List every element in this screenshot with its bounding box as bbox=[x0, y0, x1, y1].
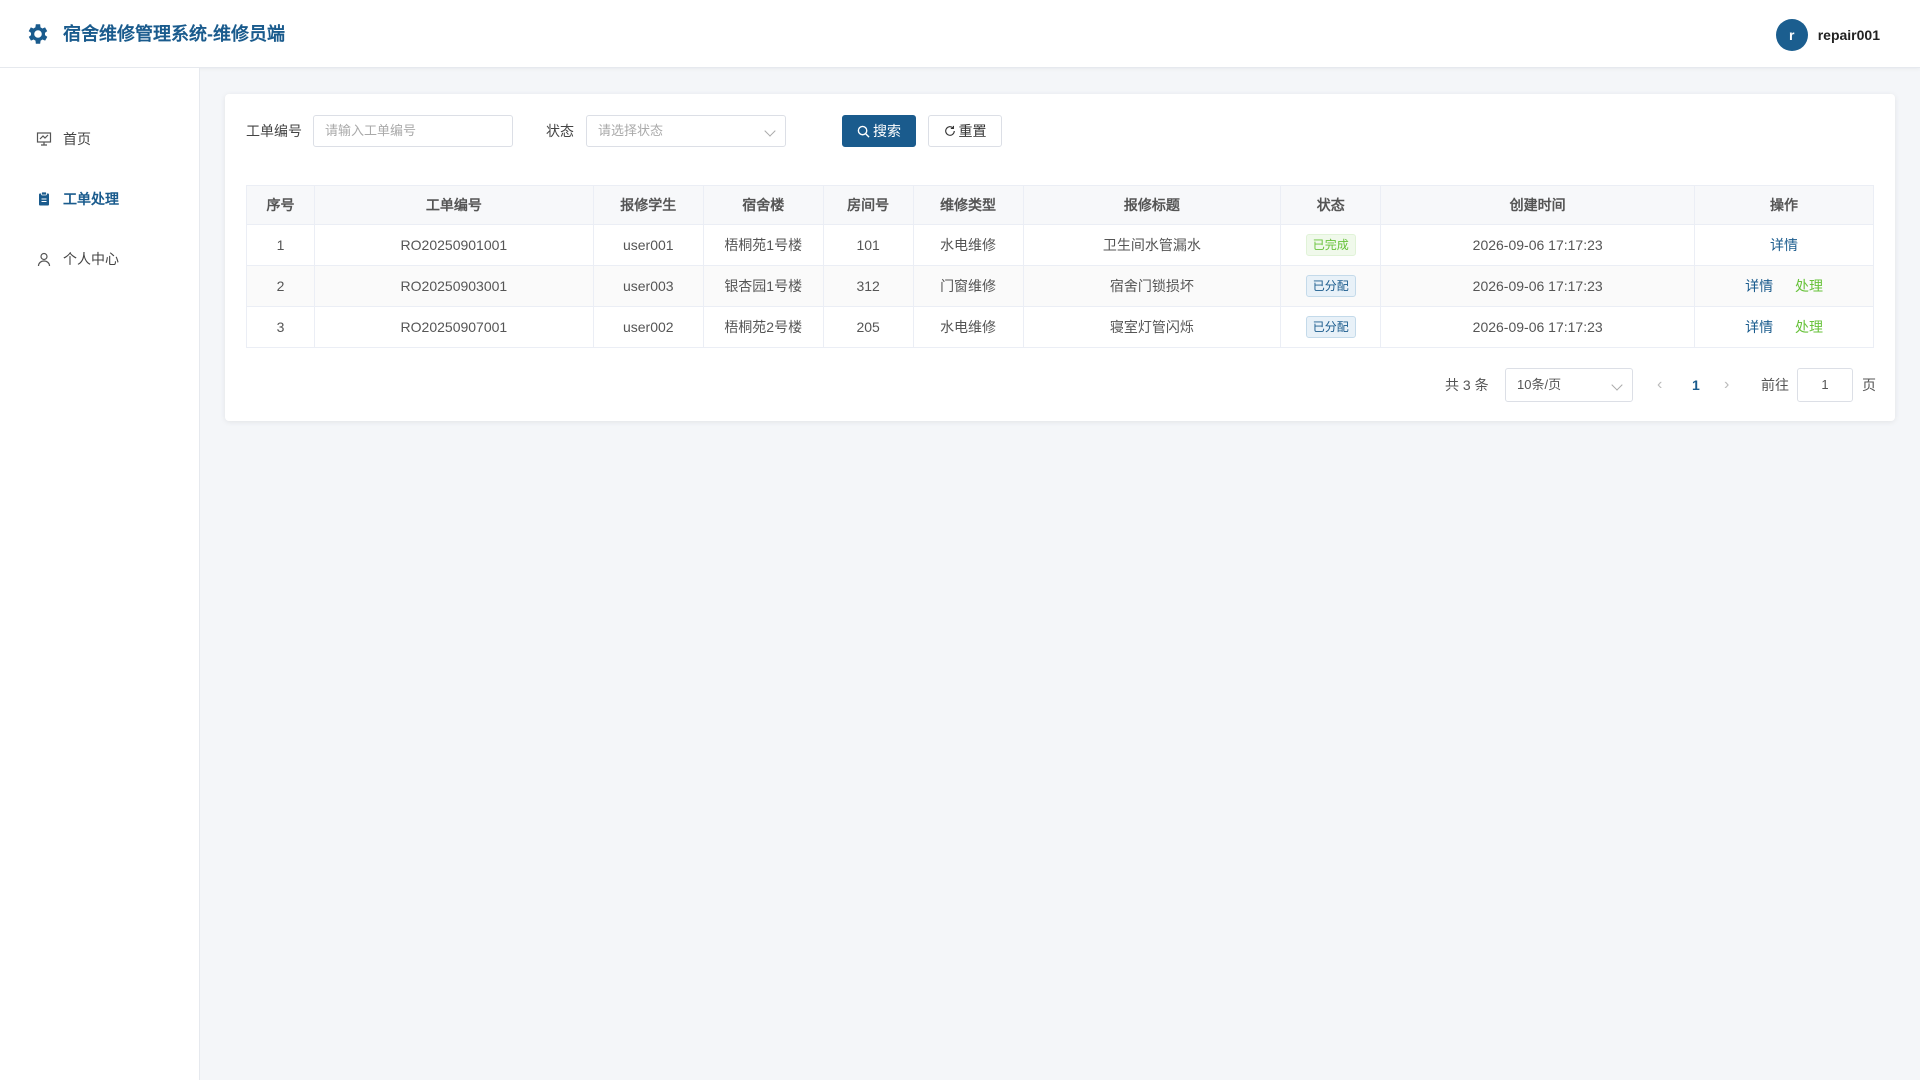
column-header: 状态 bbox=[1280, 185, 1382, 225]
page-number-current[interactable]: 1 bbox=[1692, 368, 1700, 402]
status-select[interactable]: 请选择状态 bbox=[586, 115, 786, 147]
goto-page-input[interactable]: 1 bbox=[1797, 368, 1853, 402]
cell-created: 2026-09-06 17:17:23 bbox=[1380, 265, 1696, 307]
search-form: 工单编号 请输入工单编号 状态 请选择状态 搜索 重置 bbox=[246, 115, 1866, 147]
cell-actions: 详情 bbox=[1694, 224, 1874, 266]
cell-title: 宿舍门锁损坏 bbox=[1022, 265, 1282, 307]
status-badge: 已分配 bbox=[1305, 316, 1356, 338]
cell-type: 水电维修 bbox=[912, 306, 1024, 348]
app-title: 宿舍维修管理系统-维修员端 bbox=[63, 24, 285, 44]
process-link[interactable]: 处理 bbox=[1795, 319, 1823, 335]
detail-link[interactable]: 详情 bbox=[1745, 319, 1773, 335]
total-count: 共 3 条 bbox=[1445, 377, 1489, 393]
column-header: 创建时间 bbox=[1380, 185, 1696, 225]
table-row: 1 RO20250901001 user001 梧桐苑1号楼 101 水电维修 … bbox=[246, 224, 1874, 266]
page-size-value: 10条/页 bbox=[1517, 377, 1562, 392]
status-badge: 已完成 bbox=[1305, 234, 1356, 256]
cell-created: 2026-09-06 17:17:23 bbox=[1380, 224, 1696, 266]
detail-link[interactable]: 详情 bbox=[1770, 237, 1798, 253]
order-list-card: 工单编号 请输入工单编号 状态 请选择状态 搜索 重置 序号 工单编号 报修学生… bbox=[225, 94, 1895, 421]
user-menu[interactable]: r repair001 bbox=[1775, 19, 1880, 51]
cell-actions: 详情 处理 bbox=[1694, 306, 1874, 348]
sidebar-item-label: 个人中心 bbox=[63, 251, 119, 267]
chevron-down-icon bbox=[764, 125, 776, 137]
search-icon bbox=[857, 125, 870, 138]
column-header: 宿舍楼 bbox=[702, 185, 824, 225]
cell-index: 3 bbox=[246, 306, 315, 348]
cell-building: 梧桐苑2号楼 bbox=[702, 306, 824, 348]
cell-created: 2026-09-06 17:17:23 bbox=[1380, 306, 1696, 348]
presentation-icon bbox=[35, 130, 53, 148]
sidebar-item-label: 首页 bbox=[63, 131, 91, 147]
sidebar-item-orders[interactable]: 工单处理 bbox=[0, 177, 199, 221]
cell-student: user003 bbox=[592, 265, 704, 307]
cell-building: 梧桐苑1号楼 bbox=[702, 224, 824, 266]
cell-building: 银杏园1号楼 bbox=[702, 265, 824, 307]
user-icon bbox=[35, 250, 53, 268]
sidebar-item-home[interactable]: 首页 bbox=[0, 117, 199, 161]
cell-title: 寝室灯管闪烁 bbox=[1022, 306, 1282, 348]
cell-index: 1 bbox=[246, 224, 315, 266]
search-button[interactable]: 搜索 bbox=[842, 115, 916, 147]
cell-student: user002 bbox=[592, 306, 704, 348]
column-header: 工单编号 bbox=[313, 185, 594, 225]
order-table: 序号 工单编号 报修学生 宿舍楼 房间号 维修类型 报修标题 状态 创建时间 操… bbox=[246, 185, 1874, 348]
cell-order-no: RO20250907001 bbox=[313, 306, 594, 348]
next-page-icon[interactable]: › bbox=[1724, 368, 1729, 402]
cell-order-no: RO20250901001 bbox=[313, 224, 594, 266]
clipboard-icon bbox=[35, 190, 53, 208]
column-header: 报修标题 bbox=[1022, 185, 1282, 225]
reset-button[interactable]: 重置 bbox=[928, 115, 1002, 147]
cell-index: 2 bbox=[246, 265, 315, 307]
cell-actions: 详情 处理 bbox=[1694, 265, 1874, 307]
page-size-select[interactable]: 10条/页 bbox=[1505, 368, 1633, 402]
cell-room: 312 bbox=[822, 265, 914, 307]
cell-status: 已分配 bbox=[1280, 265, 1382, 307]
cell-type: 门窗维修 bbox=[912, 265, 1024, 307]
order-no-label: 工单编号 bbox=[246, 123, 302, 139]
table-row: 3 RO20250907001 user002 梧桐苑2号楼 205 水电维修 … bbox=[246, 306, 1874, 348]
top-header: 宿舍维修管理系统-维修员端 r repair001 bbox=[0, 0, 1920, 68]
chevron-down-icon bbox=[1611, 379, 1623, 391]
avatar[interactable]: r bbox=[1775, 19, 1808, 51]
gear-icon bbox=[25, 21, 51, 47]
status-select-placeholder: 请选择状态 bbox=[598, 123, 664, 138]
search-button-label: 搜索 bbox=[873, 123, 901, 139]
cell-title: 卫生间水管漏水 bbox=[1022, 224, 1282, 266]
page-suffix: 页 bbox=[1862, 377, 1876, 393]
cell-type: 水电维修 bbox=[912, 224, 1024, 266]
cell-status: 已完成 bbox=[1280, 224, 1382, 266]
column-header: 维修类型 bbox=[912, 185, 1024, 225]
cell-order-no: RO20250903001 bbox=[313, 265, 594, 307]
column-header: 序号 bbox=[246, 185, 315, 225]
process-link[interactable]: 处理 bbox=[1795, 278, 1823, 294]
table-row: 2 RO20250903001 user003 银杏园1号楼 312 门窗维修 … bbox=[246, 265, 1874, 307]
sidebar-item-label: 工单处理 bbox=[63, 191, 119, 207]
column-header: 房间号 bbox=[822, 185, 914, 225]
sidebar-item-profile[interactable]: 个人中心 bbox=[0, 237, 199, 281]
username[interactable]: repair001 bbox=[1818, 27, 1880, 43]
order-no-input[interactable]: 请输入工单编号 bbox=[313, 115, 513, 147]
prev-page-icon[interactable]: ‹ bbox=[1657, 368, 1662, 402]
status-badge: 已分配 bbox=[1305, 275, 1356, 297]
cell-status: 已分配 bbox=[1280, 306, 1382, 348]
reset-button-label: 重置 bbox=[958, 123, 987, 139]
detail-link[interactable]: 详情 bbox=[1745, 278, 1773, 294]
cell-room: 101 bbox=[822, 224, 914, 266]
cell-room: 205 bbox=[822, 306, 914, 348]
status-label: 状态 bbox=[546, 123, 574, 139]
cell-student: user001 bbox=[592, 224, 704, 266]
goto-label: 前往 bbox=[1761, 377, 1789, 393]
table-header-row: 序号 工单编号 报修学生 宿舍楼 房间号 维修类型 报修标题 状态 创建时间 操… bbox=[246, 185, 1874, 225]
sidebar: 首页 工单处理 个人中心 bbox=[0, 68, 200, 1080]
column-header: 报修学生 bbox=[592, 185, 704, 225]
column-header: 操作 bbox=[1694, 185, 1874, 225]
refresh-icon bbox=[944, 125, 955, 136]
